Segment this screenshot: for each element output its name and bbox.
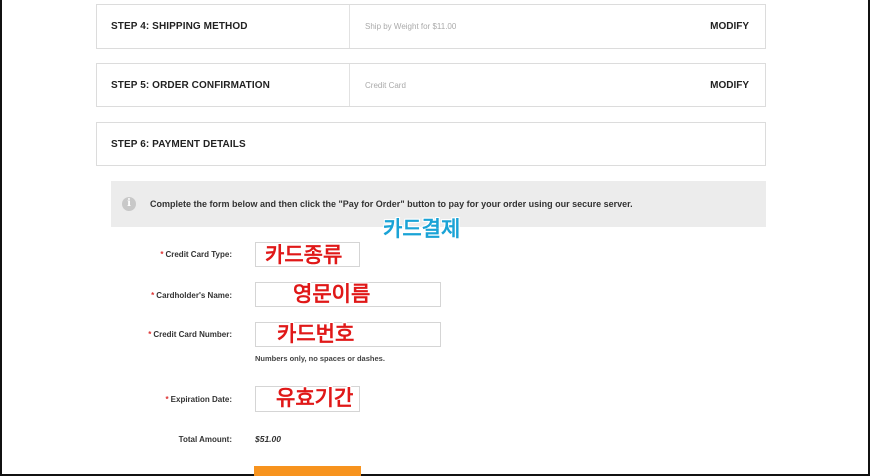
step-detail: Credit Card (365, 80, 406, 90)
pay-for-order-button[interactable] (254, 466, 361, 476)
step-payment-details: STEP 6: PAYMENT DETAILS (96, 122, 766, 166)
step-detail: Ship by Weight for $11.00 (365, 22, 457, 31)
annotation-card-number: 카드번호 (277, 322, 355, 346)
expiration-label: * Expiration Date: (32, 395, 232, 404)
label-text: Cardholder's Name: (156, 291, 232, 300)
card-number-hint: Numbers only, no spaces or dashes. (255, 354, 385, 363)
modify-confirmation-link[interactable]: MODIFY (710, 80, 749, 91)
label-text: Credit Card Type: (165, 250, 232, 259)
divider (349, 64, 350, 106)
modify-shipping-link[interactable]: MODIFY (710, 21, 749, 32)
card-type-label: * Credit Card Type: (32, 250, 232, 259)
label-text: Expiration Date: (170, 395, 232, 404)
annotation-expiry: 유효기간 (276, 386, 354, 410)
cardholder-label: * Cardholder's Name: (32, 291, 232, 300)
step-order-confirmation: STEP 5: ORDER CONFIRMATION Credit Card M… (96, 63, 766, 107)
card-number-label: * Credit Card Number: (32, 330, 232, 339)
step-title: STEP 4: SHIPPING METHOD (111, 21, 248, 32)
total-amount-label: Total Amount: (32, 435, 232, 444)
label-text: Credit Card Number: (153, 330, 232, 339)
required-mark: * (160, 250, 164, 259)
annotation-card-payment: 카드결제 (383, 217, 461, 241)
required-mark: * (151, 291, 155, 300)
divider (349, 5, 350, 48)
step-title: STEP 6: PAYMENT DETAILS (111, 138, 246, 150)
total-amount-value: $51.00 (255, 434, 281, 444)
step-title: STEP 5: ORDER CONFIRMATION (111, 79, 270, 91)
info-icon: i (122, 197, 136, 211)
required-mark: * (148, 330, 152, 339)
annotation-english-name: 영문이름 (293, 282, 371, 306)
label-text: Total Amount: (178, 435, 232, 444)
required-mark: * (165, 395, 169, 404)
notice-text: Complete the form below and then click t… (150, 199, 633, 209)
annotation-card-type: 카드종류 (265, 243, 343, 267)
step-shipping-method: STEP 4: SHIPPING METHOD Ship by Weight f… (96, 4, 766, 49)
